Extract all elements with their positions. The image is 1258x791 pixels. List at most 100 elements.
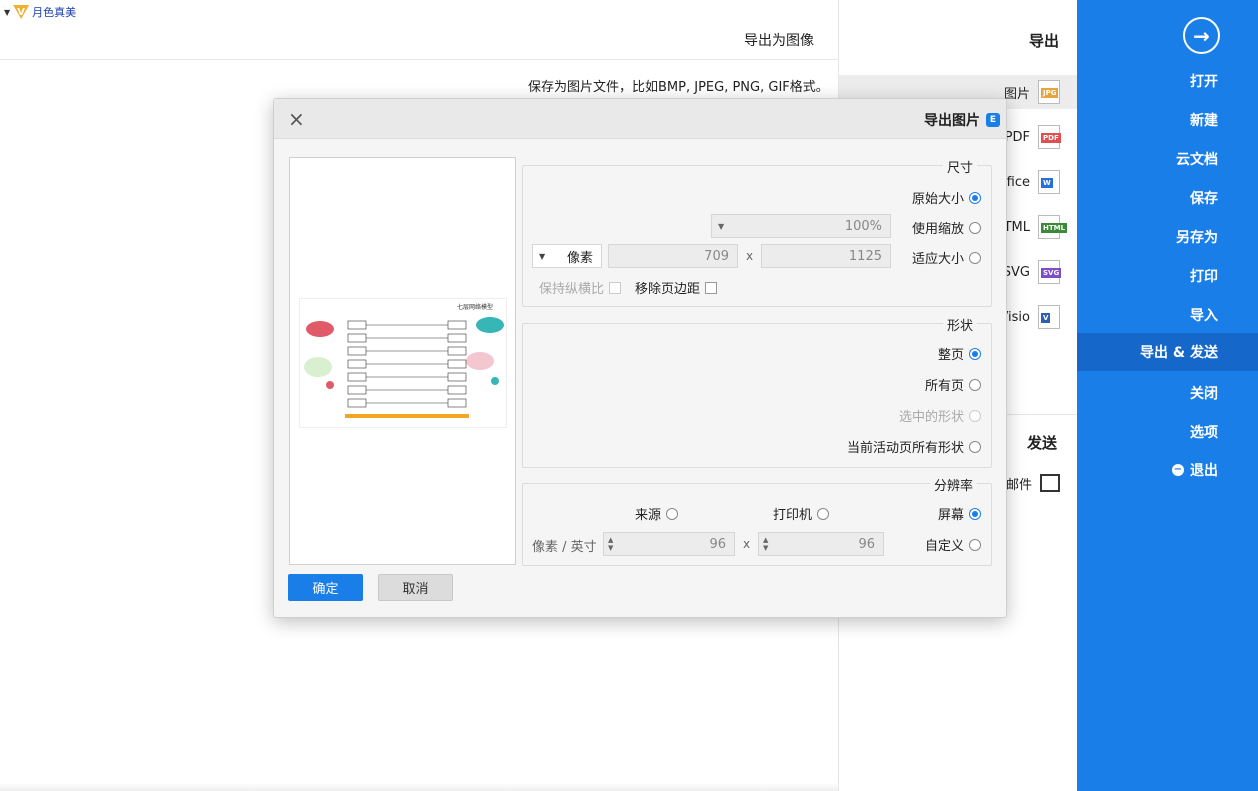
radio-button[interactable] [969,251,981,264]
radio-label: 适应大小 [911,252,964,267]
radio-button[interactable] [969,191,981,204]
radio-button[interactable] [969,507,981,520]
radio-button[interactable] [817,507,829,520]
radio-button[interactable] [969,347,981,360]
size-fit-option[interactable]: 适应大小 [912,248,981,267]
resolution-group: 分辨率 屏幕 打印机 来源 自定义 ▲ ▼ 96 x ▲ ▼ 96 像素 / 英… [522,475,992,566]
checkbox[interactable] [609,281,622,294]
sidebar-item-import[interactable]: 导入 [1077,296,1258,334]
dimension-separator: x [746,249,754,263]
close-icon[interactable]: × [288,107,305,131]
html-file-icon: HTML [1038,215,1068,239]
shape-selected-option[interactable]: 选中的形状 [899,406,981,425]
width-value: 1125 [848,248,882,264]
preview-diagram: 七层网络模型 [299,298,507,428]
width-input[interactable]: 1125 [761,244,891,268]
resolution-legend: 分辨率 [929,475,977,494]
sidebar-item-save-as[interactable]: 另存为 [1077,218,1258,256]
sidebar-item-label: 打开 [1190,74,1218,90]
sidebar-item-label: 导出 & 发送 [1140,345,1218,361]
radio-label: 原始大小 [911,192,964,207]
radio-button[interactable] [969,409,981,422]
export-format-label: 图片 [1003,86,1030,102]
mail-icon [1040,474,1060,492]
dialog-header: × 导出图片 E [274,99,1006,139]
dpi-y-input[interactable]: ▲ ▼ 96 [603,532,735,556]
sidebar-item-print[interactable]: 打印 [1077,257,1258,295]
preview-bubble [304,357,332,377]
ok-button[interactable]: 确定 [288,574,363,601]
radio-button[interactable] [969,440,981,453]
radio-label: 所有页 [924,379,964,394]
sidebar-item-export[interactable]: 导出 & 发送 [1077,333,1258,371]
sidebar-item-open[interactable]: 打开 [1077,62,1258,100]
zoom-select[interactable]: ▼ 100% [711,214,891,238]
bottom-shadow [0,783,838,791]
sidebar-item-label: 打印 [1190,269,1218,285]
shape-all-pages-option[interactable]: 所有页 [925,375,981,394]
dpi-unit-label: 像素 / 英寸 [532,540,597,555]
resolution-screen-option[interactable]: 屏幕 [938,504,981,523]
dpi-x-input[interactable]: ▲ ▼ 96 [758,532,884,556]
checkbox[interactable] [705,281,718,294]
resolution-source-option[interactable]: 来源 [635,504,678,523]
cancel-button[interactable]: 取消 [378,574,453,601]
stepper-arrows-icon[interactable]: ▲ ▼ [608,536,613,552]
checkbox-label: 保持纵横比 [539,282,605,297]
app-logo-icon: E [986,113,1000,127]
radio-label: 选中的形状 [898,410,964,425]
height-value: 709 [704,248,729,264]
sidebar-item-exit[interactable]: − 退出 [1077,451,1258,489]
unit-value: 像素 [566,250,593,266]
sidebar-item-save[interactable]: 保存 [1077,179,1258,217]
height-input[interactable]: 709 [608,244,738,268]
radio-button[interactable] [969,538,981,551]
sidebar-item-label: 另存为 [1176,230,1218,246]
resolution-custom-option[interactable]: 自定义 [925,535,981,554]
radio-label: 整页 [937,348,964,363]
dpi-y-value: 96 [709,536,726,552]
size-original-option[interactable]: 原始大小 [912,188,981,207]
main-header [0,0,838,60]
dialog-title: 导出图片 E [924,110,1000,130]
stepper-arrows-icon[interactable]: ▲ ▼ [763,536,768,552]
keep-ratio-option[interactable]: 保持纵横比 [539,278,622,297]
preview-diagram-svg: 七层网络模型 [304,303,504,418]
shape-current-page-option[interactable]: 当前活动页所有形状 [847,437,981,456]
sidebar-item-options[interactable]: 选项 [1077,413,1258,451]
radio-label: 当前活动页所有形状 [846,441,964,456]
preview-bubble [476,317,504,333]
page-title: 导出为图像 [744,33,814,49]
shape-whole-page-option[interactable]: 整页 [938,344,981,363]
preview-person [491,377,499,385]
sidebar-item-new[interactable]: 新建 [1077,101,1258,139]
sidebar-item-cloud[interactable]: 云文档 [1077,140,1258,178]
size-zoom-option[interactable]: 使用缩放 [912,218,981,237]
sidebar-item-label: 导入 [1190,308,1218,324]
radio-label: 自定义 [924,539,964,554]
radio-button[interactable] [969,221,981,234]
radio-button[interactable] [666,507,678,520]
export-title: 导出 [1029,32,1060,50]
remove-margin-option[interactable]: 移除页边距 [635,278,718,297]
shape-legend: 形状 [942,315,977,334]
dialog-title-text: 导出图片 [924,113,980,129]
preview-bubble [466,352,494,370]
sidebar-item-close[interactable]: 关闭 [1077,374,1258,412]
export-format-label: PDF [1004,129,1030,145]
radio-label: 来源 [634,508,661,523]
pdf-file-icon: PDF [1038,125,1061,149]
sidebar: → 打开 新建 云文档 保存 另存为 打印 导入 导出 & 发送 关闭 选项 −… [1077,0,1258,791]
page-description: 保存为图片文件，比如BMP, JPEG, PNG, GIF格式。 [528,80,829,95]
preview-bar [345,414,469,418]
dimension-separator: x [743,537,751,551]
sidebar-item-label: 退出 [1190,463,1218,479]
resolution-printer-option[interactable]: 打印机 [773,504,829,523]
dpi-x-value: 96 [858,536,875,552]
radio-button[interactable] [969,378,981,391]
image-preview: 七层网络模型 [289,157,516,565]
export-image-dialog: × 导出图片 E 七层网络模型 尺寸 原始大小 使用缩放 ▼ 100% 适应大小… [273,98,1007,618]
exit-icon: − [1172,464,1184,476]
unit-select[interactable]: ▼ 像素 [532,244,602,268]
back-arrow-icon[interactable]: → [1183,17,1220,54]
